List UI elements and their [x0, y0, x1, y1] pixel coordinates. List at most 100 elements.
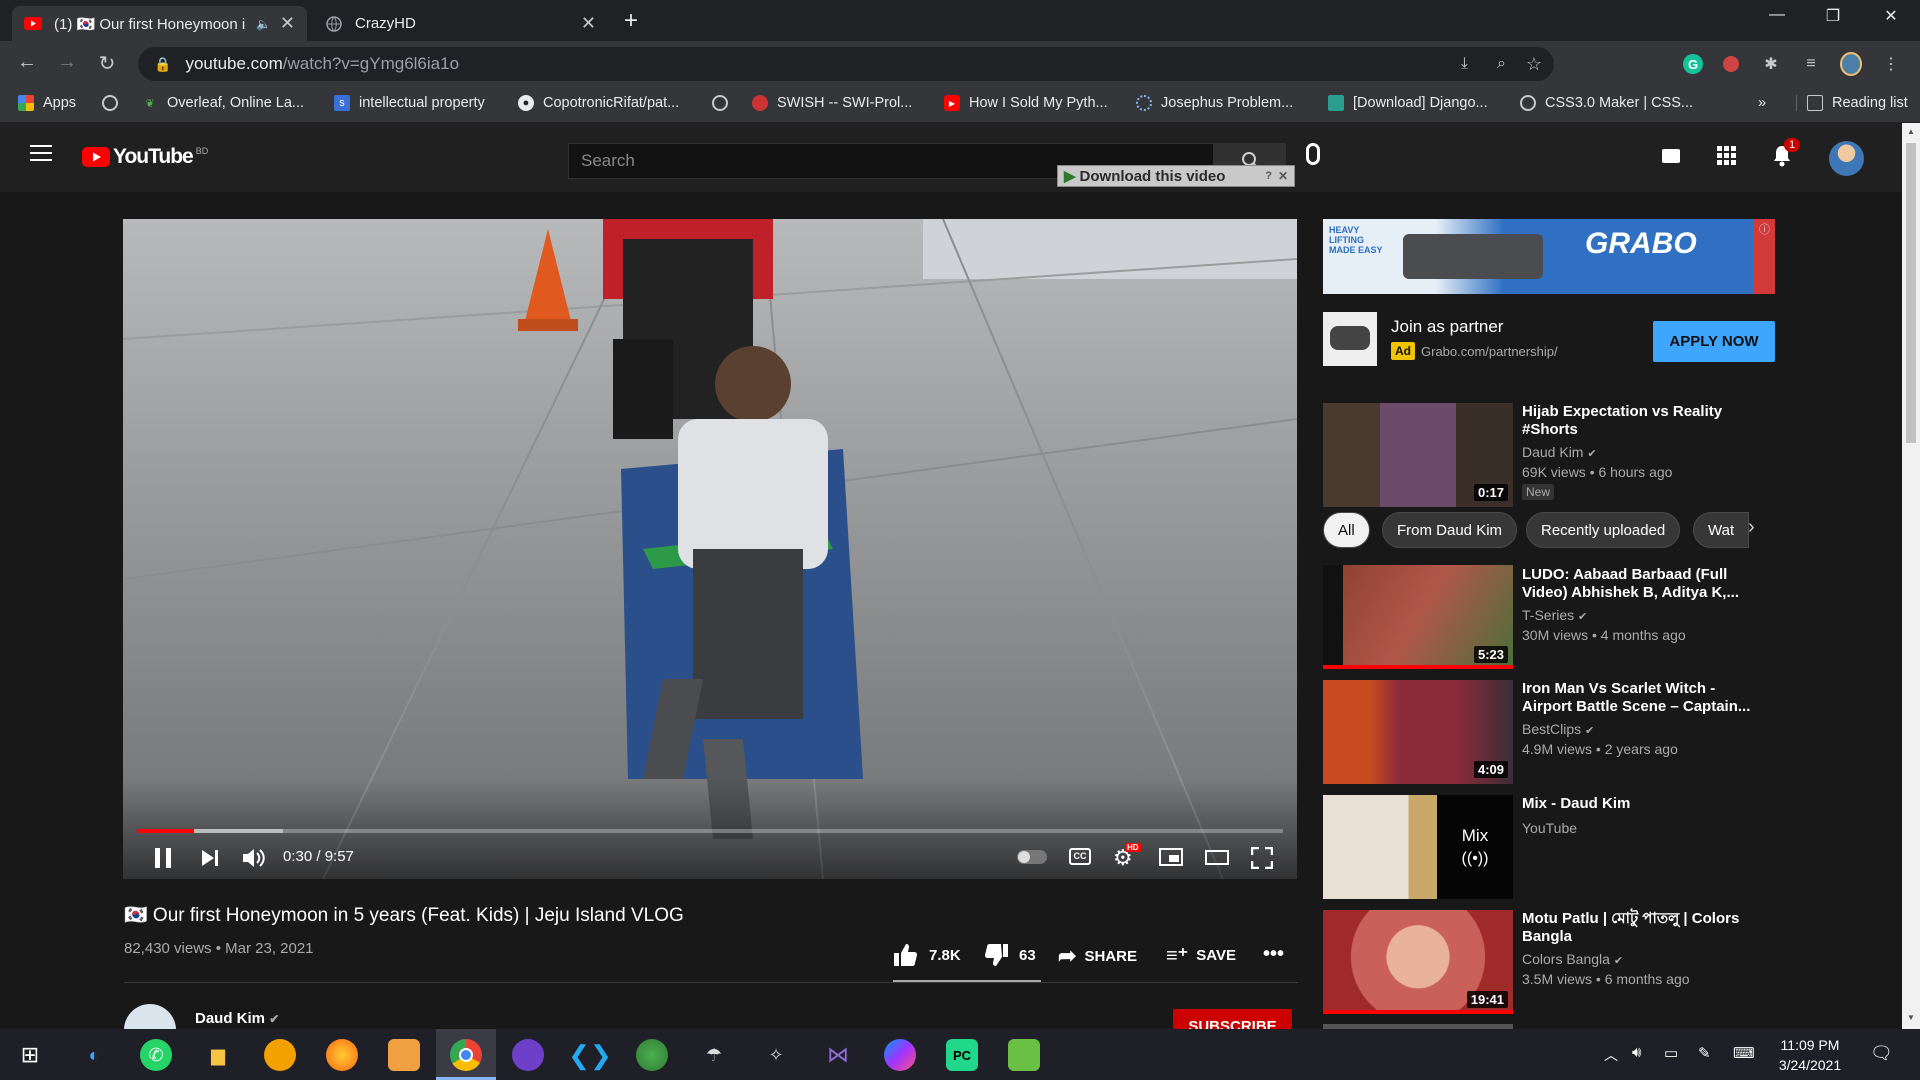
related-thumbnail[interactable]: 0:17 — [1323, 403, 1513, 507]
visual-studio-icon[interactable]: ⋈ — [822, 1039, 854, 1071]
chip-watched[interactable]: Wat — [1693, 512, 1749, 548]
close-icon[interactable]: ✕ — [1278, 169, 1288, 183]
address-bar[interactable]: 🔒 youtube.com/watch?v=gYmg6l6ia1o ⤓ ⌕ ☆ — [138, 47, 1554, 81]
chip-from-daud-kim[interactable]: From Daud Kim — [1382, 512, 1518, 548]
more-actions-icon[interactable]: ••• — [1263, 943, 1284, 966]
bookmarks-overflow-button[interactable]: » — [1758, 95, 1766, 111]
keyboard-tray-icon[interactable]: ⌨ — [1733, 1044, 1755, 1062]
bookmark-swish[interactable]: SWISH -- SWI-Prol... — [752, 95, 912, 111]
fullscreen-icon[interactable] — [1250, 846, 1274, 874]
subscribe-button[interactable]: SUBSCRIBE — [1173, 1009, 1292, 1029]
ad-info-icon[interactable]: ⓘ — [1759, 221, 1770, 237]
app-icon-orange[interactable] — [388, 1039, 420, 1071]
pause-icon[interactable] — [153, 847, 173, 874]
windows-start-icon[interactable]: ⊞ — [14, 1039, 46, 1071]
chip-recently-uploaded[interactable]: Recently uploaded — [1526, 512, 1681, 548]
miniplayer-icon[interactable] — [1159, 848, 1183, 866]
bookmark-intellectual-property[interactable]: s intellectual property — [334, 95, 485, 111]
tab-crazyhd[interactable]: CrazyHD ✕ — [313, 6, 608, 41]
related-title[interactable]: Hijab Expectation vs Reality #Shorts — [1522, 403, 1757, 439]
bookmark-globe-2[interactable] — [712, 95, 737, 111]
related-channel[interactable]: Colors Bangla ✔ — [1522, 950, 1623, 971]
apps-grid-icon[interactable] — [1717, 146, 1736, 165]
messenger-icon[interactable] — [884, 1039, 916, 1071]
app-icon-globe[interactable] — [636, 1039, 668, 1071]
whatsapp-icon[interactable]: ✆ — [140, 1039, 172, 1071]
youtube-logo[interactable]: YouTube BD — [82, 145, 208, 169]
related-thumbnail[interactable]: 4:09 — [1323, 680, 1513, 784]
microphone-icon[interactable] — [1306, 143, 1320, 165]
bookmark-josephus[interactable]: Josephus Problem... — [1136, 95, 1293, 111]
related-channel[interactable]: BestClips ✔ — [1522, 720, 1594, 741]
autoplay-toggle[interactable] — [1017, 850, 1047, 864]
zoom-icon[interactable]: ⌕ — [1497, 55, 1506, 73]
hamburger-menu-icon[interactable] — [30, 145, 52, 161]
tab-audio-icon[interactable]: 🔈 — [256, 17, 271, 31]
install-app-icon[interactable]: ⤓ — [1461, 55, 1468, 73]
scrollbar-thumb[interactable] — [1906, 143, 1916, 443]
app-icon-sync[interactable]: ◐ — [78, 1039, 110, 1071]
chrome-menu-icon[interactable]: ⋮ — [1880, 53, 1902, 75]
extension-icon[interactable] — [1720, 53, 1742, 75]
save-button[interactable]: ≡⁺ SAVE — [1166, 943, 1236, 968]
related-channel[interactable]: T-Series ✔ — [1522, 606, 1587, 627]
download-video-bar[interactable]: ▶ Download this video ? ✕ — [1057, 165, 1295, 187]
reading-list-button[interactable]: Reading list — [1796, 95, 1908, 111]
new-tab-button[interactable]: + — [624, 7, 638, 35]
bookmark-github[interactable]: ● CopotronicRifat/pat... — [518, 95, 679, 111]
clock[interactable]: 11:09 PM 3/24/2021 — [1770, 1035, 1850, 1075]
bookmark-django[interactable]: [Download] Django... — [1328, 95, 1488, 111]
close-tab-icon[interactable]: ✕ — [581, 13, 596, 34]
video-player[interactable]: 0:30 / 9:57 CC ⚙ HD — [123, 219, 1297, 879]
pycharm-icon[interactable]: PC — [946, 1039, 978, 1071]
scroll-down-arrow-icon[interactable]: ▼ — [1907, 1013, 1915, 1022]
page-scrollbar[interactable]: ▲ ▼ — [1902, 123, 1920, 1029]
channel-name[interactable]: Daud Kim ✔ — [195, 1010, 279, 1027]
app-icon-umbrella[interactable]: ☂ — [698, 1039, 730, 1071]
bookmark-youtube[interactable]: ▶ How I Sold My Pyth... — [944, 95, 1108, 111]
notifications-center-icon[interactable]: 🗨︎ — [1870, 1043, 1893, 1064]
share-button[interactable]: ➦ SHARE — [1058, 943, 1137, 969]
related-title[interactable]: Mix - Daud Kim — [1522, 795, 1757, 813]
app-icon-green[interactable] — [1008, 1039, 1040, 1071]
media-control-icon[interactable]: ≡ — [1800, 53, 1822, 75]
related-title[interactable]: Iron Man Vs Scarlet Witch - Airport Batt… — [1522, 680, 1757, 716]
close-tab-icon[interactable]: ✕ — [280, 13, 295, 34]
bookmark-css3[interactable]: CSS3.0 Maker | CSS... — [1520, 95, 1693, 111]
firefox-icon[interactable] — [326, 1039, 358, 1071]
profile-avatar[interactable] — [1840, 52, 1862, 76]
like-button[interactable]: 7.8K — [893, 943, 961, 967]
back-button[interactable]: ← — [14, 51, 40, 74]
ad-title[interactable]: Join as partner — [1391, 317, 1503, 337]
related-title[interactable]: LUDO: Aabaad Barbaad (Full Video) Abhish… — [1522, 566, 1757, 602]
help-icon[interactable]: ? — [1265, 170, 1272, 182]
minimize-button[interactable]: — — [1762, 6, 1792, 24]
reload-button[interactable]: ↻ — [94, 51, 120, 76]
next-icon[interactable] — [201, 849, 219, 872]
file-explorer-icon[interactable]: ▆ — [202, 1039, 234, 1071]
brave-icon[interactable] — [264, 1039, 296, 1071]
progress-bar[interactable] — [137, 829, 1283, 833]
pen-tray-icon[interactable]: ✎ — [1698, 1044, 1711, 1062]
notifications-bell-icon[interactable]: 1 — [1772, 138, 1801, 172]
ad-banner[interactable]: HEAVY LIFTING MADE EASY GRABO ⓘ — [1323, 219, 1775, 294]
chevron-right-icon[interactable]: › — [1748, 516, 1755, 539]
bookmark-star-icon[interactable]: ☆ — [1526, 54, 1542, 75]
forward-button[interactable]: → — [54, 51, 80, 74]
related-title[interactable]: Motu Patlu | মোটু পাতলু | Colors Bangla — [1522, 910, 1757, 946]
bookmark-apps[interactable]: Apps — [18, 95, 76, 111]
bookmark-globe[interactable] — [102, 95, 127, 111]
extensions-puzzle-icon[interactable]: ✱ — [1760, 53, 1782, 75]
captions-icon[interactable]: CC — [1069, 848, 1091, 865]
github-desktop-icon[interactable] — [512, 1039, 544, 1071]
network-tray-icon[interactable]: ▭ — [1664, 1044, 1678, 1062]
tab-youtube[interactable]: (1) 🇰🇷 Our first Honeymoon i 🔈 ✕ — [12, 6, 307, 41]
related-channel[interactable]: YouTube — [1522, 819, 1577, 838]
theater-mode-icon[interactable] — [1205, 850, 1229, 865]
user-avatar[interactable] — [1829, 141, 1864, 176]
bookmark-overleaf[interactable]: ❦ Overleaf, Online La... — [142, 95, 304, 111]
related-thumbnail[interactable]: 19:41 — [1323, 910, 1513, 1014]
related-channel[interactable]: Daud Kim ✔ — [1522, 443, 1597, 464]
chip-all[interactable]: All — [1323, 512, 1370, 548]
vscode-icon[interactable]: ❮❯ — [568, 1039, 612, 1071]
